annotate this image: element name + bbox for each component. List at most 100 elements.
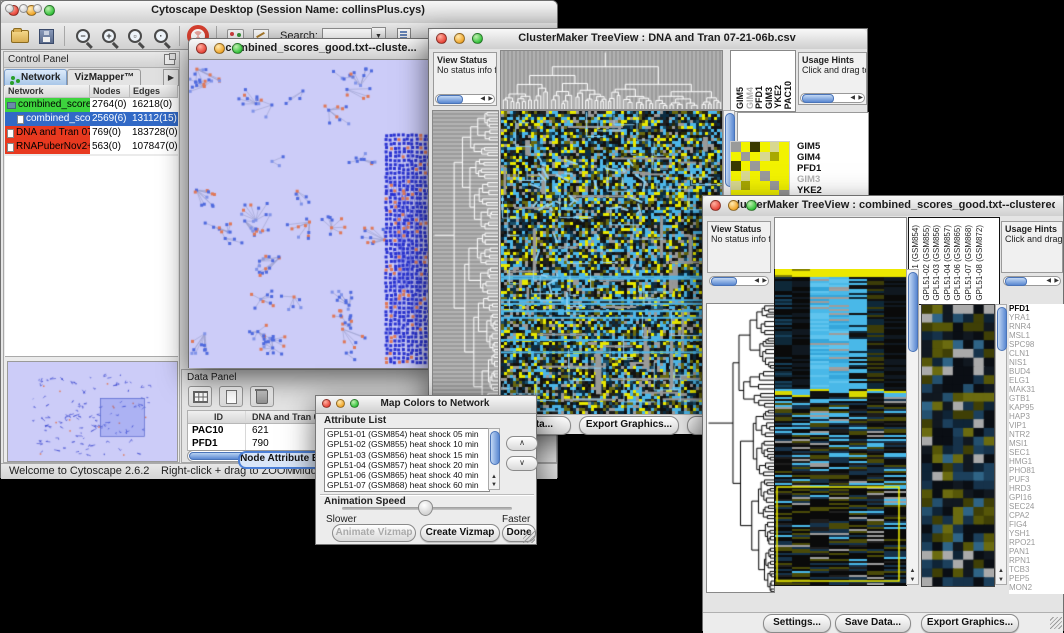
matrix-cell[interactable] bbox=[760, 142, 770, 152]
gene-label[interactable]: NTR2 bbox=[1009, 430, 1064, 439]
gene-label[interactable]: MAK31 bbox=[1009, 385, 1064, 394]
network-row[interactable]: DNA and Tran 07 769(0) 183728(0) bbox=[5, 126, 178, 140]
mac-zoom-button[interactable] bbox=[232, 43, 243, 54]
network-overview-canvas[interactable] bbox=[7, 361, 178, 462]
column-dendrogram-canvas[interactable] bbox=[500, 50, 723, 110]
matrix-cell[interactable] bbox=[750, 161, 760, 171]
animate-vizmap-button[interactable]: Animate Vizmap bbox=[332, 524, 416, 542]
gene-label[interactable]: PAN1 bbox=[1009, 547, 1064, 556]
column-label[interactable]: GPL51-08 (GSM872) bbox=[975, 225, 984, 301]
gene-label[interactable]: KAP95 bbox=[1009, 403, 1064, 412]
matrix-cell[interactable] bbox=[760, 181, 770, 191]
tab-vizmapper[interactable]: VizMapper™ bbox=[67, 69, 141, 85]
gene-label[interactable]: TCB3 bbox=[1009, 565, 1064, 574]
network-table-header[interactable]: Network Nodes Edges bbox=[5, 85, 178, 98]
gene-label[interactable]: GIM3 bbox=[797, 174, 865, 185]
gene-label[interactable]: PHO81 bbox=[1009, 466, 1064, 475]
column-label[interactable]: PAC10 bbox=[783, 81, 793, 109]
treeview2-button[interactable]: Export Graphics... bbox=[921, 614, 1019, 633]
create-attribute-button[interactable] bbox=[219, 386, 243, 407]
column-label[interactable]: GPL51-02 (GSM855) bbox=[922, 225, 931, 301]
gene-label[interactable]: MON2 bbox=[1009, 583, 1064, 592]
network-window-titlebar[interactable]: combined_scores_good.txt--cluste... bbox=[189, 39, 435, 60]
gene-label[interactable]: SEC24 bbox=[1009, 502, 1064, 511]
gene-label[interactable]: YSH1 bbox=[1009, 529, 1064, 538]
matrix-cell[interactable] bbox=[750, 181, 760, 191]
select-attributes-button[interactable] bbox=[188, 386, 212, 407]
scrollbar-thumb[interactable] bbox=[490, 431, 500, 465]
usage-hints-hscrollbar[interactable]: ◀▶ bbox=[1003, 276, 1061, 286]
save-session-button[interactable] bbox=[34, 25, 58, 47]
treeview1-button[interactable]: Export Graphics... bbox=[579, 416, 679, 435]
gene-label[interactable]: HMG1 bbox=[1009, 457, 1064, 466]
view-status-hscrollbar[interactable]: ◀▶ bbox=[709, 276, 769, 286]
gene-label[interactable]: YRA1 bbox=[1009, 313, 1064, 322]
column-label[interactable]: GPL51-04 (GSM857) bbox=[943, 225, 952, 301]
network-view-canvas[interactable] bbox=[189, 60, 435, 368]
attribute-list-item[interactable]: GPL51-03 (GSM856) heat shock 15 min bbox=[325, 450, 489, 460]
gene-label[interactable]: SPC98 bbox=[1009, 340, 1064, 349]
gene-label[interactable]: RPO21 bbox=[1009, 538, 1064, 547]
gene-label[interactable]: SEC1 bbox=[1009, 448, 1064, 457]
gene-label[interactable]: PUF3 bbox=[1009, 475, 1064, 484]
matrix-cell[interactable] bbox=[741, 152, 751, 162]
matrix-cell[interactable] bbox=[741, 171, 751, 181]
matrix-cell[interactable] bbox=[779, 161, 789, 171]
gene-label[interactable]: GIM4 bbox=[797, 152, 865, 163]
zoom-selected-button[interactable]: ▫ bbox=[123, 25, 147, 47]
row-dendrogram-canvas[interactable] bbox=[432, 110, 499, 415]
main-titlebar[interactable]: Cytoscape Desktop (Session Name: collins… bbox=[1, 1, 557, 24]
treeview2-titlebar[interactable]: ClusterMaker TreeView : combined_scores_… bbox=[703, 196, 1063, 217]
create-vizmap-button[interactable]: Create Vizmap bbox=[420, 524, 500, 542]
col-network[interactable]: Network bbox=[5, 85, 90, 98]
mac-zoom-button[interactable] bbox=[472, 33, 483, 44]
gene-label[interactable]: GIM5 bbox=[797, 141, 865, 152]
gene-label[interactable]: BUD4 bbox=[1009, 367, 1064, 376]
gene-label[interactable]: HRD3 bbox=[1009, 484, 1064, 493]
gene-label[interactable]: RPN1 bbox=[1009, 556, 1064, 565]
column-label[interactable]: YKE2 bbox=[773, 85, 783, 109]
attribute-list-item[interactable]: GPL51-04 (GSM857) heat shock 20 min bbox=[325, 460, 489, 470]
attribute-list-vscrollbar[interactable]: ▲▼ bbox=[488, 428, 500, 490]
attribute-list-item[interactable]: GPL51-02 (GSM855) heat shock 10 min bbox=[325, 439, 489, 449]
mac-minimize-button[interactable] bbox=[214, 43, 225, 54]
matrix-cell[interactable] bbox=[750, 142, 760, 152]
matrix-cell[interactable] bbox=[731, 161, 741, 171]
heatmap-canvas[interactable] bbox=[774, 269, 907, 586]
zoom-out-button[interactable]: − bbox=[71, 25, 95, 47]
dialog-titlebar[interactable]: Map Colors to Network bbox=[316, 396, 536, 414]
scrollbar-thumb[interactable] bbox=[997, 307, 1007, 351]
usage-hints-hscrollbar[interactable]: ◀▶ bbox=[800, 93, 865, 103]
gene-label[interactable]: VIP1 bbox=[1009, 421, 1064, 430]
gene-label[interactable]: GPI16 bbox=[1009, 493, 1064, 502]
attribute-list[interactable]: GPL51-01 (GSM854) heat shock 05 minGPL51… bbox=[324, 428, 490, 492]
mac-zoom-button[interactable] bbox=[746, 200, 757, 211]
matrix-cell[interactable] bbox=[779, 142, 789, 152]
gene-label[interactable]: CPA2 bbox=[1009, 511, 1064, 520]
zoom-heatmap-vscrollbar[interactable]: ▲▼ bbox=[995, 304, 1007, 585]
open-session-button[interactable] bbox=[8, 25, 32, 47]
gene-label[interactable]: GTB1 bbox=[1009, 394, 1064, 403]
matrix-cell[interactable] bbox=[750, 171, 760, 181]
view-status-hscrollbar[interactable]: ◀▶ bbox=[435, 94, 495, 104]
network-row-selected[interactable]: combined_sco 2569(6) 13112(15) bbox=[5, 112, 178, 126]
matrix-cell[interactable] bbox=[779, 171, 789, 181]
network-row[interactable]: combined_scores 2764(0) 16218(0) bbox=[5, 98, 178, 112]
scrollbar-thumb[interactable] bbox=[1005, 277, 1027, 286]
matrix-cell[interactable] bbox=[731, 181, 741, 191]
col-id[interactable]: ID bbox=[188, 411, 246, 423]
matrix-cell[interactable] bbox=[750, 152, 760, 162]
gene-label[interactable]: PEP5 bbox=[1009, 574, 1064, 583]
zoom-heatmap-canvas[interactable] bbox=[921, 304, 995, 587]
tab-network[interactable]: Network bbox=[4, 69, 67, 85]
float-panel-icon[interactable] bbox=[164, 54, 175, 65]
mac-zoom-button[interactable] bbox=[33, 4, 42, 13]
zoom-fit-button[interactable]: · bbox=[149, 25, 173, 47]
gene-label[interactable]: NIS1 bbox=[1009, 358, 1064, 367]
delete-attribute-button[interactable] bbox=[250, 386, 274, 407]
scrollbar-thumb[interactable] bbox=[908, 272, 918, 352]
matrix-cell[interactable] bbox=[760, 152, 770, 162]
attribute-list-item[interactable]: GPL51-01 (GSM854) heat shock 05 min bbox=[325, 429, 489, 439]
matrix-cell[interactable] bbox=[741, 142, 751, 152]
matrix-cell[interactable] bbox=[731, 152, 741, 162]
